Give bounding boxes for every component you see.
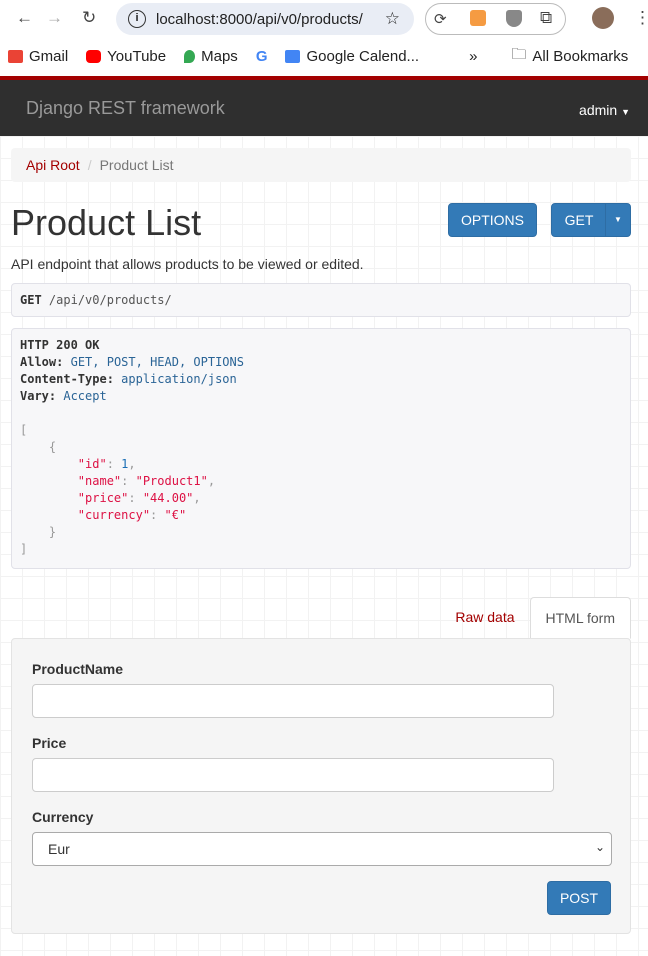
page-description: API endpoint that allows products to be …	[11, 256, 364, 272]
bookmark-calendar[interactable]: Google Calend...	[285, 48, 419, 65]
caret-down-icon: ▼	[614, 215, 622, 224]
json-name: "Product1"	[135, 474, 208, 488]
html-form: ProductName Price Currency Eur ⌄ POST	[11, 638, 631, 934]
screen-extension-icon[interactable]	[470, 10, 486, 26]
content: Api Root / Product List Product List OPTIO…	[0, 136, 648, 956]
bookmark-gmail[interactable]: Gmail	[8, 48, 68, 65]
response-info: HTTP 200 OK Allow: GET, POST, HEAD, OPTI…	[11, 328, 631, 569]
chevron-down-icon: ⌄	[594, 840, 605, 854]
json-price: "44.00"	[142, 491, 194, 505]
sync-extension-icon[interactable]: ⟳	[434, 10, 447, 28]
header-key: Allow:	[20, 355, 64, 369]
currency-label: Currency	[32, 809, 94, 825]
header-value: application/json	[121, 372, 237, 386]
breadcrumb: Api Root / Product List	[11, 148, 631, 182]
bookmarks-bar: Gmail YouTube Maps G Google Calend... » …	[0, 38, 648, 74]
user-menu[interactable]: admin ▼	[579, 102, 630, 118]
header-value: Accept	[63, 389, 107, 403]
extensions-group: ⟳ ⧉	[425, 3, 566, 35]
bookmark-google[interactable]: G	[256, 48, 268, 65]
price-input[interactable]	[32, 758, 554, 792]
request-path: /api/v0/products/	[48, 293, 172, 307]
bookmark-label: All Bookmarks	[532, 47, 629, 65]
tab-html-form[interactable]: HTML form	[529, 597, 631, 639]
reload-icon[interactable]: ↻	[82, 8, 96, 28]
puzzle-icon[interactable]: ⧉	[540, 8, 552, 28]
menu-icon[interactable]: ⋮	[634, 8, 648, 28]
caret-down-icon: ▼	[621, 107, 630, 117]
navbar: Django REST framework admin ▼	[0, 76, 648, 136]
bookmark-maps[interactable]: Maps	[184, 48, 238, 65]
address-bar[interactable]: i localhost:8000/api/v0/products/ ☆	[116, 3, 414, 35]
get-button[interactable]: GET	[551, 203, 607, 237]
bookmark-label: YouTube	[107, 47, 167, 65]
forward-icon[interactable]: →	[46, 8, 63, 28]
url-text: localhost:8000/api/v0/products/	[156, 10, 363, 28]
bookmark-label: Maps	[201, 47, 238, 65]
options-button[interactable]: OPTIONS	[448, 203, 537, 237]
brand[interactable]: Django REST framework	[26, 98, 225, 119]
star-icon[interactable]: ☆	[385, 9, 400, 29]
page-title: Product List	[11, 202, 202, 243]
form-tabs: Raw data HTML form	[440, 597, 631, 639]
folder-icon: 🗀	[511, 45, 527, 63]
header-key: Content-Type:	[20, 372, 114, 386]
more-bookmarks-icon[interactable]: »	[469, 48, 477, 65]
currency-value: Eur	[48, 841, 70, 857]
response-status: HTTP 200 OK	[20, 338, 100, 352]
user-name: admin	[579, 102, 618, 118]
product-name-input[interactable]	[32, 684, 554, 718]
price-label: Price	[32, 735, 67, 751]
post-button[interactable]: POST	[547, 881, 611, 915]
request-method: GET	[20, 293, 42, 307]
back-icon[interactable]: ←	[16, 8, 33, 28]
bookmark-label: Gmail	[29, 47, 69, 65]
request-info: GET /api/v0/products/	[11, 283, 631, 317]
get-format-dropdown[interactable]: ▼	[605, 203, 631, 237]
w-extension-icon[interactable]	[506, 10, 522, 27]
all-bookmarks[interactable]: 🗀 All Bookmarks	[511, 44, 628, 69]
info-icon[interactable]: i	[128, 10, 146, 28]
tab-raw-data[interactable]: Raw data	[440, 597, 529, 639]
product-name-label: ProductName	[32, 661, 124, 677]
bookmark-youtube[interactable]: YouTube	[86, 48, 166, 65]
avatar[interactable]	[592, 7, 614, 29]
header-value: GET, POST, HEAD, OPTIONS	[70, 355, 244, 369]
header-key: Vary:	[20, 389, 57, 403]
json-currency: "€"	[164, 508, 187, 522]
browser-chrome: ← → ↻ i localhost:8000/api/v0/products/ …	[0, 0, 648, 76]
currency-select[interactable]: Eur ⌄	[32, 832, 612, 866]
breadcrumb-current: Product List	[99, 157, 174, 173]
breadcrumb-api-root[interactable]: Api Root	[26, 157, 80, 173]
bookmark-label: Google Calend...	[306, 47, 420, 65]
